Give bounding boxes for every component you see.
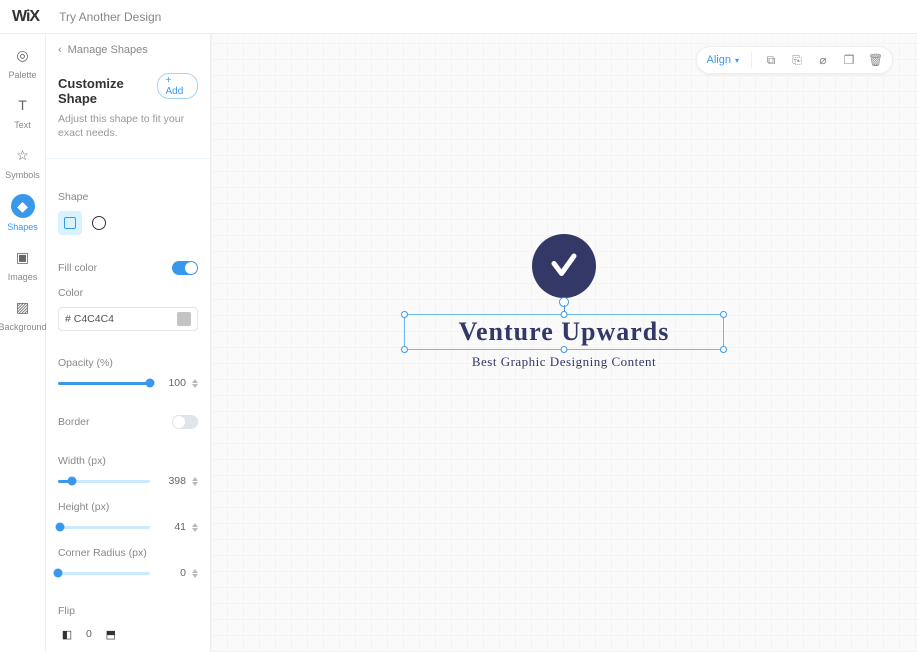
color-swatch: [177, 312, 191, 326]
copy-icon[interactable]: ⎘: [790, 53, 804, 68]
height-slider[interactable]: [58, 526, 150, 529]
canvas[interactable]: Align ▾ ⧉ ⎘ ⌀ ❐ 🗑: [211, 34, 917, 652]
rail-shapes[interactable]: ◆ Shapes: [3, 194, 43, 232]
rail-label: Symbols: [5, 170, 40, 180]
divider: [751, 52, 752, 68]
selected-text-element[interactable]: Venture Upwards: [404, 314, 724, 350]
border-toggle[interactable]: [172, 415, 198, 429]
rail-label: Background: [0, 322, 47, 332]
height-stepper[interactable]: [192, 523, 198, 532]
align-dropdown[interactable]: Align ▾: [707, 54, 739, 66]
add-shape-button[interactable]: + Add: [157, 73, 199, 99]
shape-circle-option[interactable]: [92, 216, 106, 230]
delete-icon[interactable]: 🗑: [868, 53, 882, 67]
opacity-stepper[interactable]: [192, 379, 198, 388]
left-rail: ◎ Palette T Text ☆ Symbols ◆ Shapes ▣ Im…: [0, 34, 46, 652]
background-icon: ▨: [12, 296, 34, 318]
logo-preview: Venture Upwards Best Graphic Designing C…: [404, 234, 724, 370]
opacity-label: Opacity (%): [58, 357, 198, 369]
symbols-icon: ☆: [12, 144, 34, 166]
wix-logo: WiX: [12, 8, 39, 26]
corner-value: 0: [156, 567, 186, 579]
checkmark-v-icon: [549, 251, 579, 281]
panel-desc: Adjust this shape to fit your exact need…: [58, 112, 198, 140]
align-label: Align: [707, 54, 731, 66]
rail-label: Palette: [8, 70, 36, 80]
opacity-slider[interactable]: [58, 382, 150, 385]
duplicate-icon[interactable]: ⧉: [764, 53, 778, 68]
rotate-handle[interactable]: [562, 297, 566, 311]
fill-color-toggle[interactable]: [172, 261, 198, 275]
color-value: # C4C4C4: [65, 313, 114, 325]
border-label: Border: [58, 416, 90, 428]
width-slider[interactable]: [58, 480, 150, 483]
width-value: 398: [156, 475, 186, 487]
rail-label: Text: [14, 120, 31, 130]
resize-handle[interactable]: [720, 346, 727, 353]
color-label: Color: [58, 287, 198, 299]
rail-symbols[interactable]: ☆ Symbols: [3, 144, 43, 180]
shapes-icon: ◆: [11, 194, 35, 218]
color-input[interactable]: # C4C4C4: [58, 307, 198, 331]
height-value: 41: [156, 521, 186, 533]
customize-panel: ‹ Manage Shapes Customize Shape + Add Ad…: [46, 34, 211, 652]
corner-slider[interactable]: [58, 572, 150, 575]
height-label: Height (px): [58, 501, 198, 513]
width-stepper[interactable]: [192, 477, 198, 486]
brand-tagline[interactable]: Best Graphic Designing Content: [404, 354, 724, 370]
shape-square-option[interactable]: [58, 211, 82, 235]
rail-label: Shapes: [7, 222, 38, 232]
rail-background[interactable]: ▨ Background: [3, 296, 43, 332]
flip-vertical-button[interactable]: ⬒: [102, 625, 120, 643]
rail-text[interactable]: T Text: [3, 94, 43, 130]
flip-label: Flip: [58, 605, 198, 617]
opacity-value: 100: [156, 377, 186, 389]
try-another-design-link[interactable]: Try Another Design: [59, 10, 161, 24]
panel-title: Customize Shape: [58, 76, 157, 106]
width-label: Width (px): [58, 455, 198, 467]
resize-handle[interactable]: [561, 346, 568, 353]
rail-palette[interactable]: ◎ Palette: [3, 44, 43, 80]
resize-handle[interactable]: [561, 311, 568, 318]
logo-mark[interactable]: [532, 234, 596, 298]
chevron-left-icon: ‹: [58, 44, 62, 56]
resize-handle[interactable]: [401, 346, 408, 353]
back-label: Manage Shapes: [68, 44, 148, 56]
resize-handle[interactable]: [720, 311, 727, 318]
resize-handle[interactable]: [401, 311, 408, 318]
images-icon: ▣: [12, 246, 34, 268]
back-manage-shapes[interactable]: ‹ Manage Shapes: [58, 44, 198, 56]
lock-icon[interactable]: ⌀: [816, 53, 830, 67]
text-icon: T: [12, 94, 34, 116]
brand-title: Venture Upwards: [405, 317, 723, 347]
palette-icon: ◎: [12, 44, 34, 66]
canvas-toolbar: Align ▾ ⧉ ⎘ ⌀ ❐ 🗑: [696, 46, 893, 74]
corner-stepper[interactable]: [192, 569, 198, 578]
layers-icon[interactable]: ❐: [842, 53, 856, 67]
chevron-down-icon: ▾: [735, 56, 739, 65]
shape-label: Shape: [58, 191, 198, 203]
fill-color-label: Fill color: [58, 262, 97, 274]
rail-images[interactable]: ▣ Images: [3, 246, 43, 282]
topbar: WiX Try Another Design: [0, 0, 917, 34]
rail-label: Images: [8, 272, 38, 282]
flip-horizontal-button[interactable]: ◧: [58, 625, 76, 643]
corner-label: Corner Radius (px): [58, 547, 198, 559]
flip-value: 0: [86, 628, 92, 640]
